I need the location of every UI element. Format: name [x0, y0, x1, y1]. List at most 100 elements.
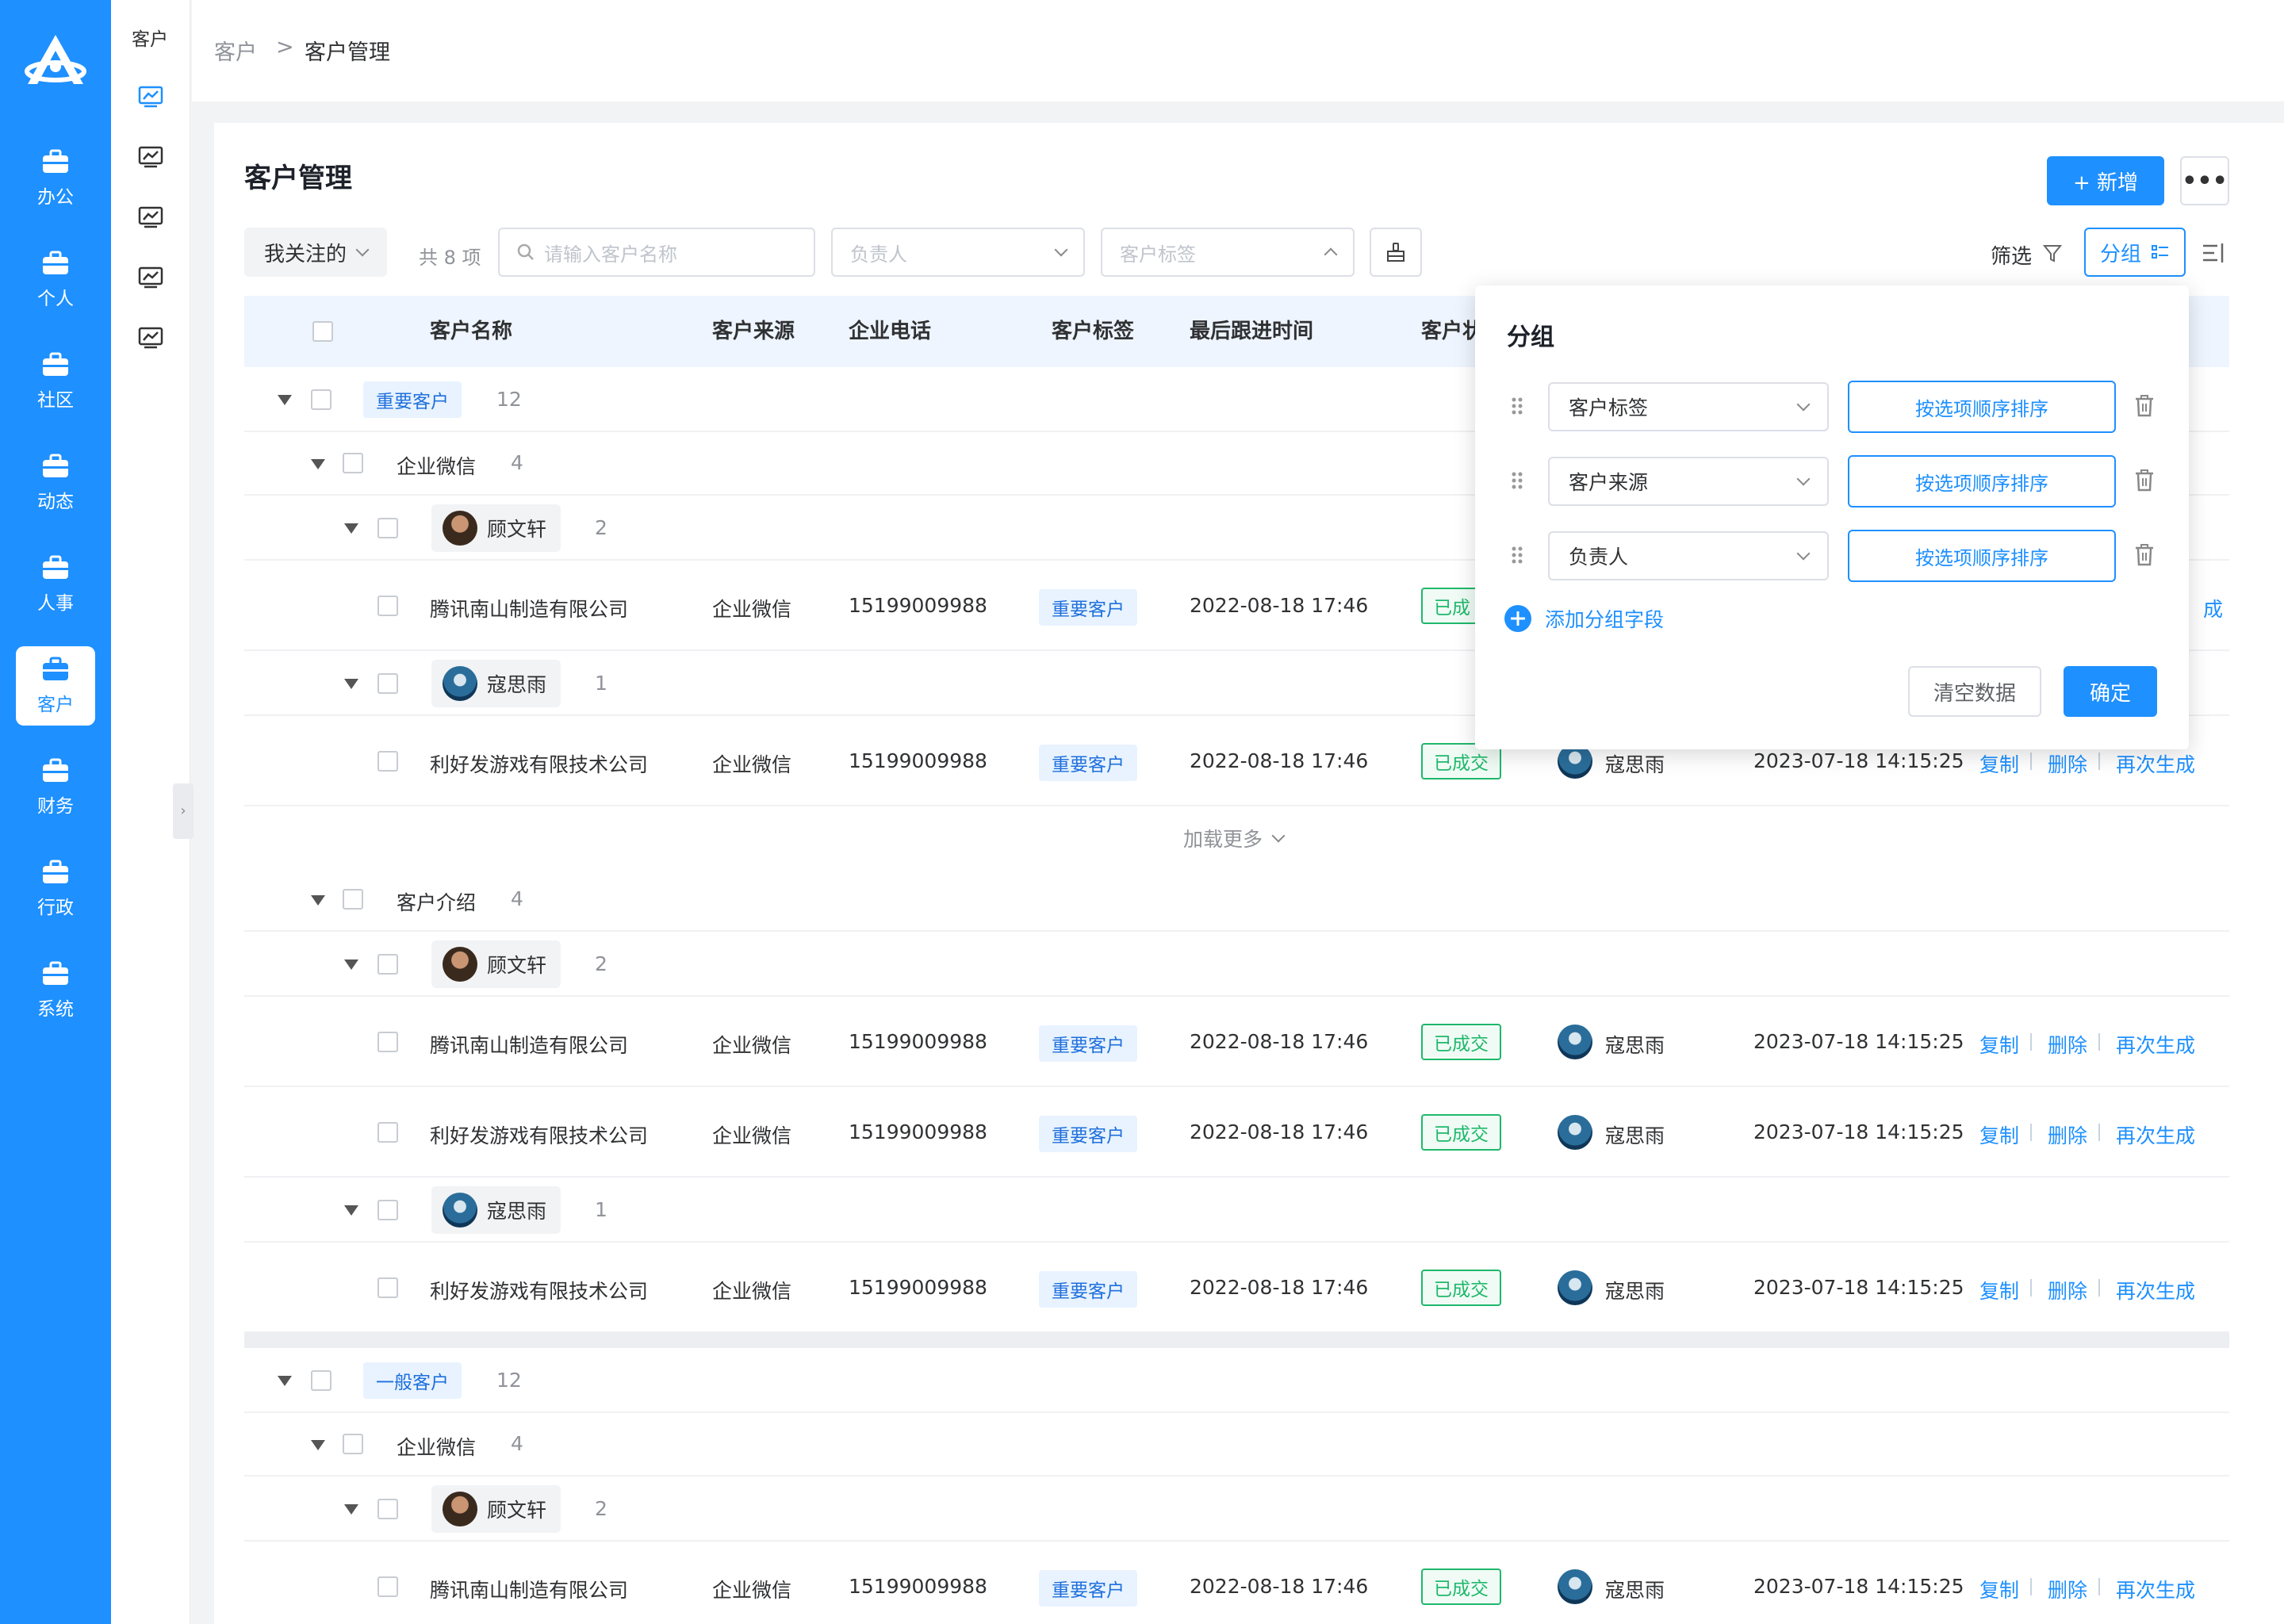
- row-checkbox[interactable]: [377, 1200, 398, 1220]
- trash-icon[interactable]: [2133, 543, 2156, 567]
- copy-link[interactable]: 复制: [1979, 1575, 2019, 1603]
- nav-item-hr[interactable]: 人事: [16, 545, 95, 624]
- col-customer-name[interactable]: 客户名称: [430, 296, 512, 367]
- row-checkbox[interactable]: [377, 596, 398, 616]
- collapse-handle[interactable]: ›: [173, 783, 194, 839]
- regenerate-link[interactable]: 再次生成: [2116, 1575, 2195, 1603]
- customer-name[interactable]: 腾讯南山制造有限公司: [430, 1030, 628, 1059]
- row-checkbox[interactable]: [343, 1434, 363, 1454]
- search-input[interactable]: 请输入客户名称: [498, 228, 815, 277]
- column-settings-icon[interactable]: [2202, 242, 2225, 264]
- sort-order-button[interactable]: 按选项顺序排序: [1848, 381, 2116, 433]
- collapse-arrow-icon[interactable]: [344, 1504, 358, 1515]
- collapse-arrow-icon[interactable]: [344, 1205, 358, 1216]
- nav-item-personal[interactable]: 个人: [16, 240, 95, 320]
- group-field-select[interactable]: 客户标签: [1548, 382, 1829, 431]
- customer-name[interactable]: 利好发游戏有限技术公司: [430, 1276, 648, 1304]
- collapse-arrow-icon[interactable]: [344, 523, 358, 534]
- nav-item-customer[interactable]: 客户: [16, 646, 95, 726]
- copy-link[interactable]: 复制: [1979, 1030, 2019, 1059]
- regenerate-link[interactable]: 再次生成: [2116, 1030, 2195, 1059]
- row-checkbox[interactable]: [377, 673, 398, 694]
- row-checkbox[interactable]: [343, 453, 363, 473]
- subgroup-row[interactable]: 企业微信 4: [244, 1413, 2229, 1477]
- col-tag[interactable]: 客户标签: [1052, 296, 1134, 367]
- clear-filter-button[interactable]: [1370, 228, 1422, 277]
- delete-link[interactable]: 删除: [2048, 1276, 2087, 1304]
- row-checkbox[interactable]: [377, 1122, 398, 1143]
- follow-dropdown[interactable]: 我关注的: [244, 228, 387, 277]
- copy-link[interactable]: 复制: [1979, 749, 2019, 778]
- row-checkbox[interactable]: [377, 1032, 398, 1052]
- subgroup-row[interactable]: 客户介绍 4: [244, 868, 2229, 932]
- drag-handle-icon[interactable]: [1511, 546, 1523, 565]
- nav-item-office[interactable]: 办公: [16, 139, 95, 218]
- customer-name[interactable]: 腾讯南山制造有限公司: [430, 1575, 628, 1603]
- regenerate-link[interactable]: 成: [2203, 594, 2223, 622]
- confirm-button[interactable]: 确定: [2064, 666, 2157, 717]
- load-more-button[interactable]: 加载更多: [1183, 824, 1286, 852]
- drag-handle-icon[interactable]: [1511, 396, 1523, 416]
- breadcrumb-parent[interactable]: 客户: [214, 35, 257, 66]
- row-checkbox[interactable]: [377, 518, 398, 538]
- trash-icon[interactable]: [2133, 469, 2156, 492]
- chart-monitor-icon[interactable]: [138, 146, 163, 168]
- group-field-select[interactable]: 负责人: [1548, 531, 1829, 580]
- col-status[interactable]: 客户状: [1421, 296, 1483, 367]
- drag-handle-icon[interactable]: [1511, 471, 1523, 490]
- chart-monitor-icon[interactable]: [138, 327, 163, 349]
- nav-item-system[interactable]: 系统: [16, 951, 95, 1030]
- collapse-arrow-icon[interactable]: [344, 679, 358, 689]
- collapse-arrow-icon[interactable]: [278, 1376, 292, 1386]
- delete-link[interactable]: 删除: [2048, 1030, 2087, 1059]
- delete-link[interactable]: 删除: [2048, 749, 2087, 778]
- row-checkbox[interactable]: [377, 1499, 398, 1519]
- collapse-arrow-icon[interactable]: [344, 959, 358, 970]
- group-button[interactable]: 分组: [2084, 228, 2186, 277]
- add-group-field-button[interactable]: 添加分组字段: [1504, 604, 1664, 633]
- customer-name[interactable]: 利好发游戏有限技术公司: [430, 749, 648, 778]
- col-last-follow[interactable]: 最后跟进时间: [1190, 296, 1313, 367]
- filter-icon[interactable]: [2043, 243, 2064, 264]
- table-row[interactable]: 腾讯南山制造有限公司 企业微信 15199009988 重要客户 2022-08…: [244, 1542, 2229, 1624]
- clear-data-button[interactable]: 清空数据: [1908, 666, 2041, 717]
- nav-item-news[interactable]: 动态: [16, 443, 95, 523]
- row-checkbox[interactable]: [377, 954, 398, 975]
- table-row[interactable]: 利好发游戏有限技术公司 企业微信 15199009988 重要客户 2022-0…: [244, 1243, 2229, 1333]
- tag-select[interactable]: 客户标签: [1101, 228, 1355, 277]
- regenerate-link[interactable]: 再次生成: [2116, 1120, 2195, 1149]
- group-row[interactable]: 一般客户 12: [244, 1348, 2229, 1413]
- sort-order-button[interactable]: 按选项顺序排序: [1848, 455, 2116, 508]
- person-group-row[interactable]: 顾文轩 2: [244, 1477, 2229, 1542]
- filter-label[interactable]: 筛选: [1991, 240, 2032, 270]
- nav-item-finance[interactable]: 财务: [16, 748, 95, 827]
- chart-monitor-icon[interactable]: [138, 86, 163, 108]
- row-checkbox[interactable]: [377, 751, 398, 772]
- customer-name[interactable]: 腾讯南山制造有限公司: [430, 594, 628, 622]
- collapse-arrow-icon[interactable]: [311, 895, 325, 906]
- row-checkbox[interactable]: [311, 1370, 331, 1391]
- chart-monitor-icon[interactable]: [138, 266, 163, 289]
- collapse-arrow-icon[interactable]: [278, 395, 292, 405]
- table-row[interactable]: 腾讯南山制造有限公司 企业微信 15199009988 重要客户 2022-08…: [244, 997, 2229, 1087]
- more-button[interactable]: •••: [2180, 156, 2229, 205]
- trash-icon[interactable]: [2133, 394, 2156, 418]
- regenerate-link[interactable]: 再次生成: [2116, 749, 2195, 778]
- collapse-arrow-icon[interactable]: [311, 459, 325, 469]
- col-source[interactable]: 客户来源: [712, 296, 795, 367]
- chart-monitor-icon[interactable]: [138, 206, 163, 228]
- row-checkbox[interactable]: [377, 1576, 398, 1597]
- row-checkbox[interactable]: [311, 389, 331, 410]
- row-checkbox[interactable]: [377, 1277, 398, 1298]
- select-all-checkbox[interactable]: [312, 321, 333, 342]
- regenerate-link[interactable]: 再次生成: [2116, 1276, 2195, 1304]
- owner-select[interactable]: 负责人: [831, 228, 1085, 277]
- copy-link[interactable]: 复制: [1979, 1120, 2019, 1149]
- nav-item-community[interactable]: 社区: [16, 342, 95, 421]
- nav-item-admin[interactable]: 行政: [16, 849, 95, 929]
- delete-link[interactable]: 删除: [2048, 1575, 2087, 1603]
- copy-link[interactable]: 复制: [1979, 1276, 2019, 1304]
- person-group-row[interactable]: 寇思雨 1: [244, 1178, 2229, 1243]
- col-phone[interactable]: 企业电话: [849, 296, 931, 367]
- row-checkbox[interactable]: [343, 889, 363, 910]
